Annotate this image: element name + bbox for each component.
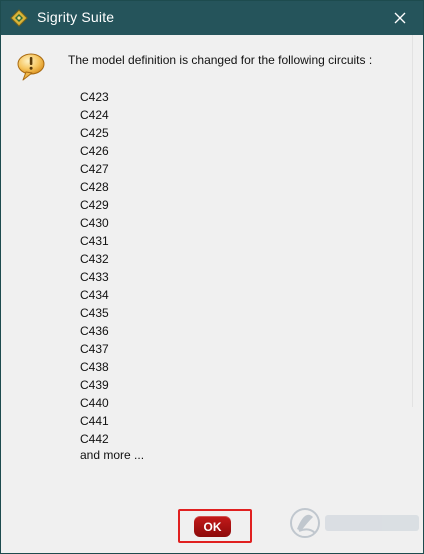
list-item: C433 xyxy=(80,270,109,284)
more-circuits-text: and more ... xyxy=(80,448,145,462)
list-item: C430 xyxy=(80,216,109,230)
scrollbar-track[interactable] xyxy=(412,35,419,407)
list-item: C423 xyxy=(80,90,109,104)
list-item: C428 xyxy=(80,180,109,194)
list-item: C424 xyxy=(80,108,109,122)
list-item: C431 xyxy=(80,234,109,248)
list-item: C441 xyxy=(80,414,109,428)
list-item: C435 xyxy=(80,306,109,320)
list-item: C427 xyxy=(80,162,109,176)
close-button[interactable] xyxy=(377,1,423,35)
list-item: C440 xyxy=(80,396,109,410)
close-icon[interactable] xyxy=(394,12,406,24)
dialog-window: Sigrity Suite The model definition is ch… xyxy=(0,0,424,554)
title-bar[interactable]: Sigrity Suite xyxy=(1,1,423,35)
list-item: C437 xyxy=(80,342,109,356)
list-item: C434 xyxy=(80,288,109,302)
warning-speech-bubble-icon xyxy=(17,53,45,81)
list-item: C439 xyxy=(80,378,109,392)
list-item: C436 xyxy=(80,324,109,338)
list-item: C429 xyxy=(80,198,109,212)
list-item: C425 xyxy=(80,126,109,140)
list-item: C432 xyxy=(80,252,109,266)
ok-button[interactable]: OK xyxy=(194,516,231,537)
window-title: Sigrity Suite xyxy=(37,9,115,25)
list-item: C438 xyxy=(80,360,109,374)
dialog-body: The model definition is changed for the … xyxy=(1,35,423,553)
sigrity-logo-icon xyxy=(10,9,28,27)
list-item: C426 xyxy=(80,144,109,158)
dialog-message: The model definition is changed for the … xyxy=(68,53,373,67)
circuit-list: C423 C424 C425 C426 C427 C428 C429 C430 … xyxy=(80,88,109,448)
